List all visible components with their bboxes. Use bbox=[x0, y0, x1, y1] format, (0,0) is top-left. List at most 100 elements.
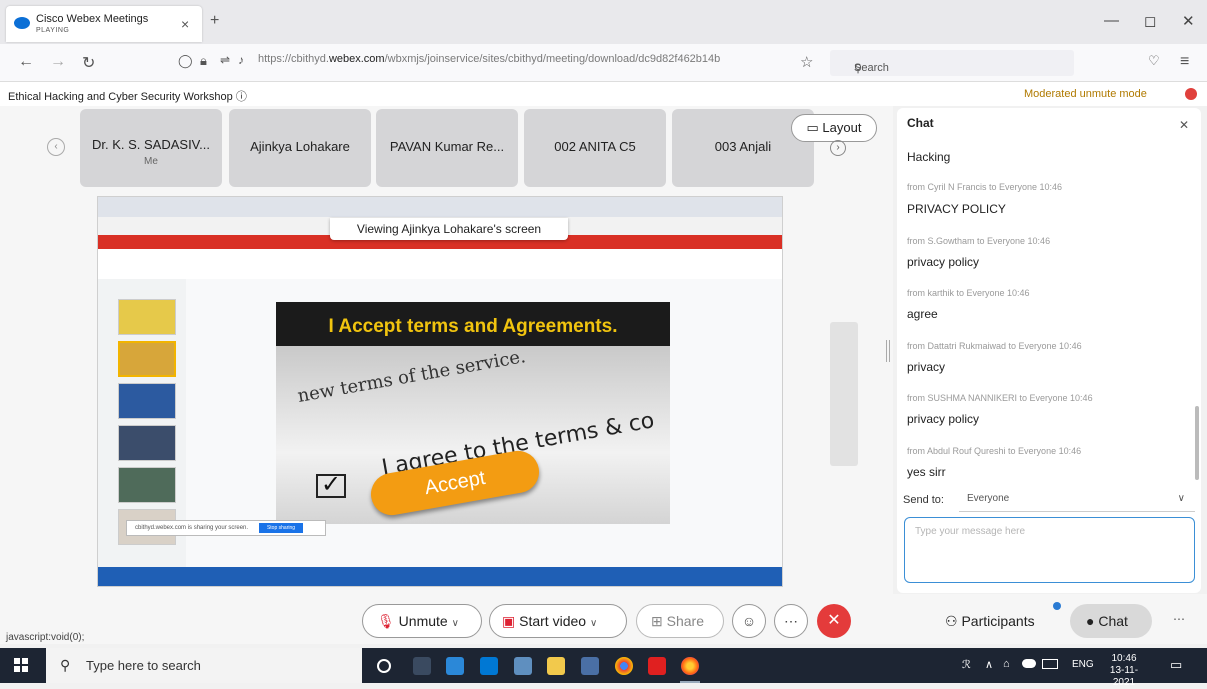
scroll-right-icon[interactable]: › bbox=[830, 140, 846, 156]
acrobat-icon[interactable] bbox=[648, 657, 666, 675]
layout-icon: ▭ bbox=[806, 120, 823, 135]
reload-icon[interactable]: ↻ bbox=[82, 53, 95, 73]
unmute-button[interactable]: 🎙︎ Unmute ∨ bbox=[362, 604, 482, 638]
minimize-icon[interactable]: — bbox=[1104, 12, 1119, 29]
shared-browser-tabs bbox=[98, 197, 782, 217]
keyboard-icon[interactable] bbox=[1042, 659, 1058, 669]
checkmark-icon: ✓ bbox=[316, 473, 346, 498]
shared-slides-toolbar bbox=[98, 249, 782, 279]
firefox-icon[interactable] bbox=[681, 657, 699, 675]
reactions-icon[interactable]: ☺ bbox=[732, 604, 766, 638]
more-options-icon[interactable]: ⋯ bbox=[774, 604, 808, 638]
chat-message-meta: from S.Gowtham to Everyone 10:46 bbox=[907, 236, 1051, 246]
chat-panel: Chat ✕ Hacking from Cyril N Francis to E… bbox=[897, 108, 1201, 593]
participant-name: Ajinkya Lohakare bbox=[250, 139, 350, 154]
start-video-button[interactable]: ▣ Start video ∨ bbox=[489, 604, 627, 638]
chat-message-meta: from Abdul Rouf Qureshi to Everyone 10:4… bbox=[907, 446, 1082, 456]
chat-message-meta: from Cyril N Francis to Everyone 10:46 bbox=[907, 182, 1063, 192]
people-icon[interactable]: ℛ bbox=[962, 658, 971, 671]
menu-icon[interactable]: ≡ bbox=[1180, 53, 1189, 71]
shield-icon[interactable]: ◯ bbox=[178, 53, 193, 69]
notifications-icon[interactable]: ▭ bbox=[1170, 657, 1182, 673]
back-icon[interactable]: ← bbox=[18, 53, 34, 71]
layout-button[interactable]: ▭ Layout bbox=[791, 114, 877, 142]
participant-name: PAVAN Kumar Re... bbox=[389, 139, 505, 154]
app-icon[interactable] bbox=[514, 657, 532, 675]
sharing-notice: cbithyd.webex.com is sharing your screen… bbox=[126, 520, 326, 536]
chat-header: Chat bbox=[907, 116, 934, 130]
close-tab-icon[interactable]: × bbox=[181, 16, 189, 32]
close-chat-icon[interactable]: ✕ bbox=[1179, 118, 1189, 132]
windows-taskbar: ⚲ Type here to search ℛ ∧ ⌂ ENG 10:46 13… bbox=[0, 648, 1207, 688]
participant-tile[interactable]: 002 ANITA C5 bbox=[524, 109, 666, 187]
microphone-icon[interactable]: ♪ bbox=[238, 53, 244, 67]
tray-chevron-icon[interactable]: ∧ bbox=[985, 658, 993, 671]
app-icon[interactable] bbox=[581, 657, 599, 675]
chat-label: Chat bbox=[1098, 613, 1128, 629]
participants-button[interactable]: ⚇ Participants bbox=[945, 604, 1065, 638]
leave-meeting-button[interactable]: ✕ bbox=[817, 604, 851, 638]
participant-name: Dr. K. S. SADASIV... bbox=[91, 137, 210, 152]
chevron-down-icon: ∨ bbox=[589, 618, 598, 629]
meeting-title[interactable]: Ethical Hacking and Cyber Security Works… bbox=[8, 88, 247, 104]
send-to-label: Send to: bbox=[903, 494, 944, 506]
taskbar-clock[interactable]: 10:46 13-11-2021 bbox=[1101, 653, 1147, 689]
url-bar[interactable]: https://cbithyd.webex.com/wbxmjs/joinser… bbox=[258, 53, 820, 65]
chat-message-input[interactable]: Type your message here bbox=[904, 517, 1195, 583]
slide-title: I Accept terms and Agreements. bbox=[276, 302, 670, 346]
onedrive-icon[interactable] bbox=[1022, 659, 1036, 668]
chat-message: agree bbox=[907, 307, 938, 321]
participants-icon: ⚇ bbox=[945, 613, 962, 629]
file-explorer-icon[interactable] bbox=[547, 657, 565, 675]
share-button[interactable]: ⊞ Share bbox=[636, 604, 724, 638]
app-icon[interactable] bbox=[446, 657, 464, 675]
language-indicator[interactable]: ENG bbox=[1072, 659, 1094, 670]
chat-message: yes sirr bbox=[907, 465, 946, 479]
forward-icon[interactable]: → bbox=[50, 53, 66, 71]
viewing-screen-label: Viewing Ajinkya Lohakare's screen bbox=[330, 218, 568, 240]
browser-tab-strip: Cisco Webex Meetings PLAYING × + — ◻ ✕ bbox=[0, 0, 1207, 44]
more-icon[interactable]: ⋯ bbox=[1173, 612, 1185, 626]
mail-icon[interactable] bbox=[480, 657, 498, 675]
current-slide: I Accept terms and Agreements. new terms… bbox=[276, 302, 670, 524]
scroll-left-icon[interactable]: ‹ bbox=[47, 138, 65, 156]
pocket-icon[interactable]: ♡ bbox=[1148, 53, 1160, 69]
browser-search-field[interactable]: ⚲ Search bbox=[830, 50, 1074, 76]
info-icon[interactable]: ⓘ bbox=[236, 91, 247, 103]
chrome-icon[interactable] bbox=[615, 657, 633, 675]
browser-tab[interactable]: Cisco Webex Meetings PLAYING × bbox=[6, 6, 202, 42]
slide-thumbnail bbox=[118, 341, 176, 377]
chat-message: privacy bbox=[907, 360, 946, 374]
task-view-icon[interactable] bbox=[413, 657, 431, 675]
chat-scrollbar[interactable] bbox=[1195, 406, 1199, 480]
webex-logo-icon bbox=[14, 17, 30, 29]
chat-bubble-icon: ● bbox=[1086, 613, 1095, 629]
network-icon[interactable]: ⌂ bbox=[1003, 658, 1010, 670]
new-tab-icon[interactable]: + bbox=[210, 12, 219, 30]
windows-start-icon[interactable] bbox=[14, 658, 28, 672]
slide-thumbnail bbox=[118, 425, 176, 461]
participant-tile[interactable]: Dr. K. S. SADASIV... Me bbox=[80, 109, 222, 187]
share-controls-panel[interactable] bbox=[830, 322, 858, 466]
maximize-icon[interactable]: ◻ bbox=[1144, 12, 1156, 30]
close-window-icon[interactable]: ✕ bbox=[1182, 12, 1195, 30]
participant-sub: Me bbox=[144, 156, 158, 167]
resize-handle[interactable] bbox=[886, 340, 890, 362]
taskbar-search[interactable]: ⚲ Type here to search bbox=[46, 648, 362, 683]
permissions-icon[interactable]: ⇌ bbox=[220, 53, 230, 67]
share-icon: ⊞ bbox=[651, 613, 663, 629]
participant-tile[interactable]: Ajinkya Lohakare bbox=[229, 109, 371, 187]
send-to-select[interactable]: Everyone ∨ bbox=[959, 486, 1195, 512]
chat-message: PRIVACY POLICY bbox=[907, 202, 1006, 216]
stop-sharing-button: Stop sharing bbox=[259, 523, 303, 533]
chevron-down-icon: ∨ bbox=[451, 618, 459, 629]
search-icon: ⚲ bbox=[60, 657, 71, 673]
bookmark-star-icon[interactable]: ☆ bbox=[800, 53, 813, 71]
chat-button[interactable]: ● Chat bbox=[1070, 604, 1152, 638]
notification-dot bbox=[1053, 602, 1061, 610]
chat-message-meta: from karthik to Everyone 10:46 bbox=[907, 288, 1030, 298]
participant-tile[interactable]: PAVAN Kumar Re... bbox=[376, 109, 518, 187]
cortana-icon[interactable] bbox=[377, 659, 391, 673]
lock-icon[interactable]: 🔒︎ bbox=[200, 53, 207, 69]
tab-title: Cisco Webex Meetings bbox=[36, 13, 149, 25]
